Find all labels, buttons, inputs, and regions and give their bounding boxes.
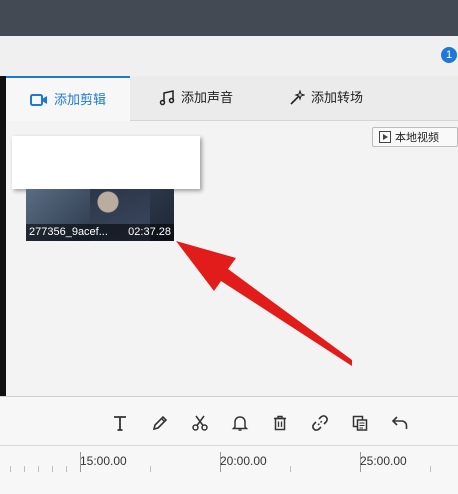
ruler-tick-minor (66, 466, 67, 472)
ruler-tick-minor (24, 466, 25, 472)
video-clip-thumbnail[interactable]: 277356_9acef... 02:37.28 (26, 189, 174, 241)
scissors-icon (192, 415, 208, 431)
clip-filename: 277356_9acef... (29, 226, 108, 238)
video-camera-icon (29, 93, 47, 106)
split-tool-button[interactable] (188, 411, 212, 435)
unlink-icon (312, 415, 328, 431)
copy-icon (352, 415, 368, 431)
copy-tool-button[interactable] (348, 411, 372, 435)
music-note-icon (159, 90, 175, 106)
tab-label: 添加剪辑 (53, 91, 106, 107)
header-bar (0, 36, 458, 76)
ruler-tick-minor (38, 466, 39, 472)
ruler-label: 15:00.00 (80, 454, 127, 468)
clip-caption: 277356_9acef... 02:37.28 (26, 224, 174, 241)
unlink-tool-button[interactable] (308, 411, 332, 435)
trash-icon (274, 415, 286, 431)
ruler-tick-minor (430, 466, 431, 472)
undo-tool-button[interactable] (388, 411, 412, 435)
tab-add-sound[interactable]: 添加声音 (146, 76, 246, 120)
ruler-tick-minor (10, 466, 11, 472)
alarm-tool-button[interactable] (228, 411, 252, 435)
ruler-tick-minor (290, 466, 291, 472)
ruler-tick-minor (52, 466, 53, 472)
clip-duration: 02:37.28 (128, 226, 171, 238)
undo-icon (391, 416, 408, 429)
ruler-label: 25:00.00 (360, 454, 407, 468)
media-tabs: 添加剪辑 添加声音 添加转场 (6, 76, 458, 121)
edit-tool-button[interactable] (148, 411, 172, 435)
notification-badge[interactable]: 1 (441, 47, 457, 63)
ruler-tick-minor (150, 466, 151, 472)
timeline-ruler[interactable] (0, 445, 458, 494)
ruler-label: 20:00.00 (220, 454, 267, 468)
tab-add-clip[interactable]: 添加剪辑 (6, 76, 130, 121)
title-bar (0, 0, 458, 36)
delete-tool-button[interactable] (268, 411, 292, 435)
pencil-icon (152, 415, 168, 431)
tab-label: 添加转场 (310, 90, 363, 105)
blank-card (12, 136, 200, 189)
tab-add-transition[interactable]: 添加转场 (276, 76, 376, 120)
text-tool-button[interactable] (108, 411, 132, 435)
bell-icon (231, 416, 249, 431)
local-video-label: 本地视频 (395, 132, 439, 144)
local-video-button[interactable]: 本地视频 (372, 127, 458, 147)
magic-wand-icon (290, 90, 305, 105)
text-icon (114, 416, 126, 431)
tab-label: 添加声音 (180, 90, 233, 105)
play-icon (379, 131, 391, 143)
